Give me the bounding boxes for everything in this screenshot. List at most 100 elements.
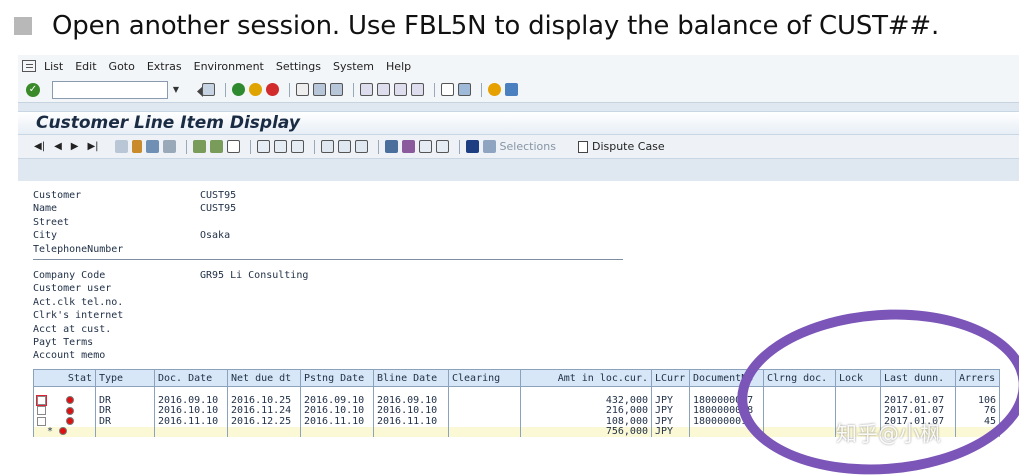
previous-item-icon[interactable]: ◀︎ xyxy=(54,141,62,152)
table-row[interactable]: DR 2016.10.10 2016.11.24 2016.10.10 2016… xyxy=(33,406,1000,417)
help-icon[interactable] xyxy=(488,83,501,96)
menu-help[interactable]: Help xyxy=(386,60,411,73)
total-icon[interactable] xyxy=(384,140,398,153)
new-session-icon[interactable] xyxy=(441,83,454,96)
first-item-icon[interactable]: ◀︎| xyxy=(34,141,45,152)
menu-goto[interactable]: Goto xyxy=(109,60,135,73)
row-cell-docno[interactable]: 1800000019 xyxy=(689,416,764,427)
instruction-text: Open another session. Use FBL5N to displ… xyxy=(52,11,940,41)
col-arrears[interactable]: Arrers xyxy=(955,369,1000,387)
col-amount[interactable]: Amt in loc.cur. xyxy=(520,369,652,387)
toolbar-separator xyxy=(458,139,460,154)
layout-icon[interactable] xyxy=(320,140,334,153)
details-icon[interactable] xyxy=(226,140,240,153)
row-cell-stat xyxy=(33,406,96,417)
print-list-icon[interactable] xyxy=(273,140,287,153)
enter-check-icon[interactable]: ✓ xyxy=(26,82,40,97)
col-lock[interactable]: Lock xyxy=(835,369,881,387)
next-item-icon[interactable]: ▶︎ xyxy=(71,141,79,152)
layout-menu-icon[interactable] xyxy=(505,83,518,96)
menu-environment[interactable]: Environment xyxy=(194,60,264,73)
red-cancel-icon[interactable] xyxy=(266,83,279,96)
menu-edit[interactable]: Edit xyxy=(75,60,96,73)
menu-list[interactable]: List xyxy=(44,60,63,73)
row-cell-net-due: 2016.12.25 xyxy=(227,416,301,427)
command-dropdown-icon[interactable]: ▼ xyxy=(170,81,182,99)
document-change-icon[interactable] xyxy=(162,140,176,153)
info-icon[interactable] xyxy=(465,140,479,153)
filter-icon[interactable] xyxy=(256,140,270,153)
col-pstng-date[interactable]: Pstng Date xyxy=(300,369,374,387)
total-status-icon xyxy=(59,427,67,435)
row-cell-clrng xyxy=(763,406,836,417)
find-next-icon[interactable] xyxy=(330,83,343,96)
customer-header: Customer CUST95 Name CUST95 Street City Osa… xyxy=(33,189,236,256)
dispute-case-button[interactable]: Dispute Case xyxy=(592,140,665,153)
row-cell-docno[interactable]: 1800000018 xyxy=(689,406,764,417)
selections-button: Selections xyxy=(499,140,556,153)
row-cell-lock xyxy=(835,395,881,406)
toolbar-separator xyxy=(353,82,354,97)
set-filter-icon[interactable] xyxy=(290,140,304,153)
row-cell-amount: 216,000 xyxy=(520,406,652,417)
glasses-icon[interactable] xyxy=(114,140,128,153)
row-select-checkbox[interactable] xyxy=(37,416,46,426)
yellow-exit-icon[interactable] xyxy=(249,83,262,96)
save-icon[interactable] xyxy=(202,83,215,96)
row-cell-clrng xyxy=(763,416,836,427)
command-field[interactable] xyxy=(52,80,168,99)
field-label: City xyxy=(33,230,58,242)
col-doc-date[interactable]: Doc. Date xyxy=(154,369,228,387)
dispute-case-icon xyxy=(577,140,588,153)
graphic-icon[interactable] xyxy=(435,140,449,153)
col-last-dunn[interactable]: Last dunn. xyxy=(880,369,956,387)
shortcut-icon[interactable] xyxy=(458,83,471,96)
choose-layout-icon[interactable] xyxy=(337,140,351,153)
field-label: Name xyxy=(33,203,58,215)
total-cell xyxy=(763,427,836,437)
col-docno[interactable]: DocumentNo xyxy=(689,369,764,387)
open-item-status-icon xyxy=(66,406,74,415)
deselect-all-icon[interactable] xyxy=(209,140,223,153)
col-net-due[interactable]: Net due dt xyxy=(227,369,301,387)
header-row: Payt Terms xyxy=(33,336,308,349)
row-cell-arrears: 45 xyxy=(955,416,1000,427)
row-select-checkbox[interactable] xyxy=(37,406,46,415)
previous-page-icon[interactable] xyxy=(377,83,390,96)
menu-extras[interactable]: Extras xyxy=(147,60,182,73)
back-icon[interactable] xyxy=(190,83,203,97)
last-item-icon[interactable]: ▶︎| xyxy=(87,141,98,152)
green-back-icon[interactable] xyxy=(232,83,245,96)
row-cell-clrng xyxy=(763,395,836,406)
col-clearing[interactable]: Clearing xyxy=(448,369,521,387)
export-icon[interactable] xyxy=(418,140,432,153)
find-icon[interactable] xyxy=(313,83,326,96)
print-icon[interactable] xyxy=(296,83,309,96)
total-cell xyxy=(95,427,155,437)
subtotal-icon[interactable] xyxy=(401,140,415,153)
system-menu-icon[interactable] xyxy=(22,60,36,72)
menu-settings[interactable]: Settings xyxy=(276,60,321,73)
col-clrng-doc[interactable]: Clrng doc. xyxy=(763,369,836,387)
field-value: CUST95 xyxy=(200,203,237,215)
save-layout-icon[interactable] xyxy=(354,140,368,153)
row-select-checkbox[interactable] xyxy=(36,394,47,406)
table-header-row: Stat Type Doc. Date Net due dt Pstng Dat… xyxy=(33,369,1000,387)
mass-change-icon[interactable] xyxy=(145,140,159,153)
header-row: Acct at cust. xyxy=(33,323,308,336)
header-row: Company Code GR95 Li Consulting xyxy=(33,269,308,282)
menu-system[interactable]: System xyxy=(333,60,374,73)
total-cell xyxy=(373,427,449,437)
pencil-icon[interactable] xyxy=(131,140,142,153)
total-cell xyxy=(154,427,228,437)
col-lcurr[interactable]: LCurr xyxy=(651,369,690,387)
col-type[interactable]: Type xyxy=(95,369,155,387)
col-stat[interactable]: Stat xyxy=(33,369,96,387)
col-bline-date[interactable]: Bline Date xyxy=(373,369,449,387)
field-label: Acct at cust. xyxy=(33,323,112,335)
field-label: TelephoneNumber xyxy=(33,243,124,255)
last-page-icon[interactable] xyxy=(411,83,424,96)
select-all-icon[interactable] xyxy=(192,140,206,153)
first-page-icon[interactable] xyxy=(360,83,373,96)
next-page-icon[interactable] xyxy=(394,83,407,96)
